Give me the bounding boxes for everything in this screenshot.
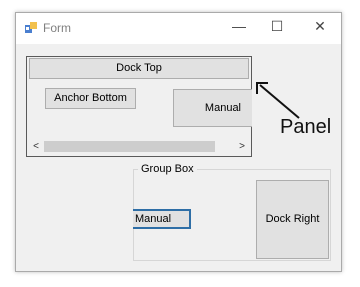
- anchor-bottom-button[interactable]: Anchor Bottom: [45, 88, 136, 109]
- minimize-icon[interactable]: —: [228, 18, 250, 34]
- scroll-left-icon[interactable]: <: [29, 140, 43, 153]
- close-icon[interactable]: ✕: [309, 18, 331, 35]
- scroll-right-icon[interactable]: >: [235, 140, 249, 153]
- form-app-icon: [25, 22, 37, 33]
- scroll-thumb[interactable]: [44, 141, 215, 152]
- panel-callout-label: Panel: [280, 116, 332, 138]
- group-box-caption: Group Box: [138, 163, 197, 175]
- window-title: Form: [43, 21, 71, 35]
- maximize-icon[interactable]: ☐: [266, 18, 288, 35]
- dock-top-button[interactable]: Dock Top: [29, 58, 249, 79]
- dock-right-button[interactable]: Dock Right: [256, 180, 329, 259]
- group-manual-button[interactable]: Manual: [133, 209, 191, 229]
- panel-manual-button[interactable]: Manual: [173, 89, 252, 127]
